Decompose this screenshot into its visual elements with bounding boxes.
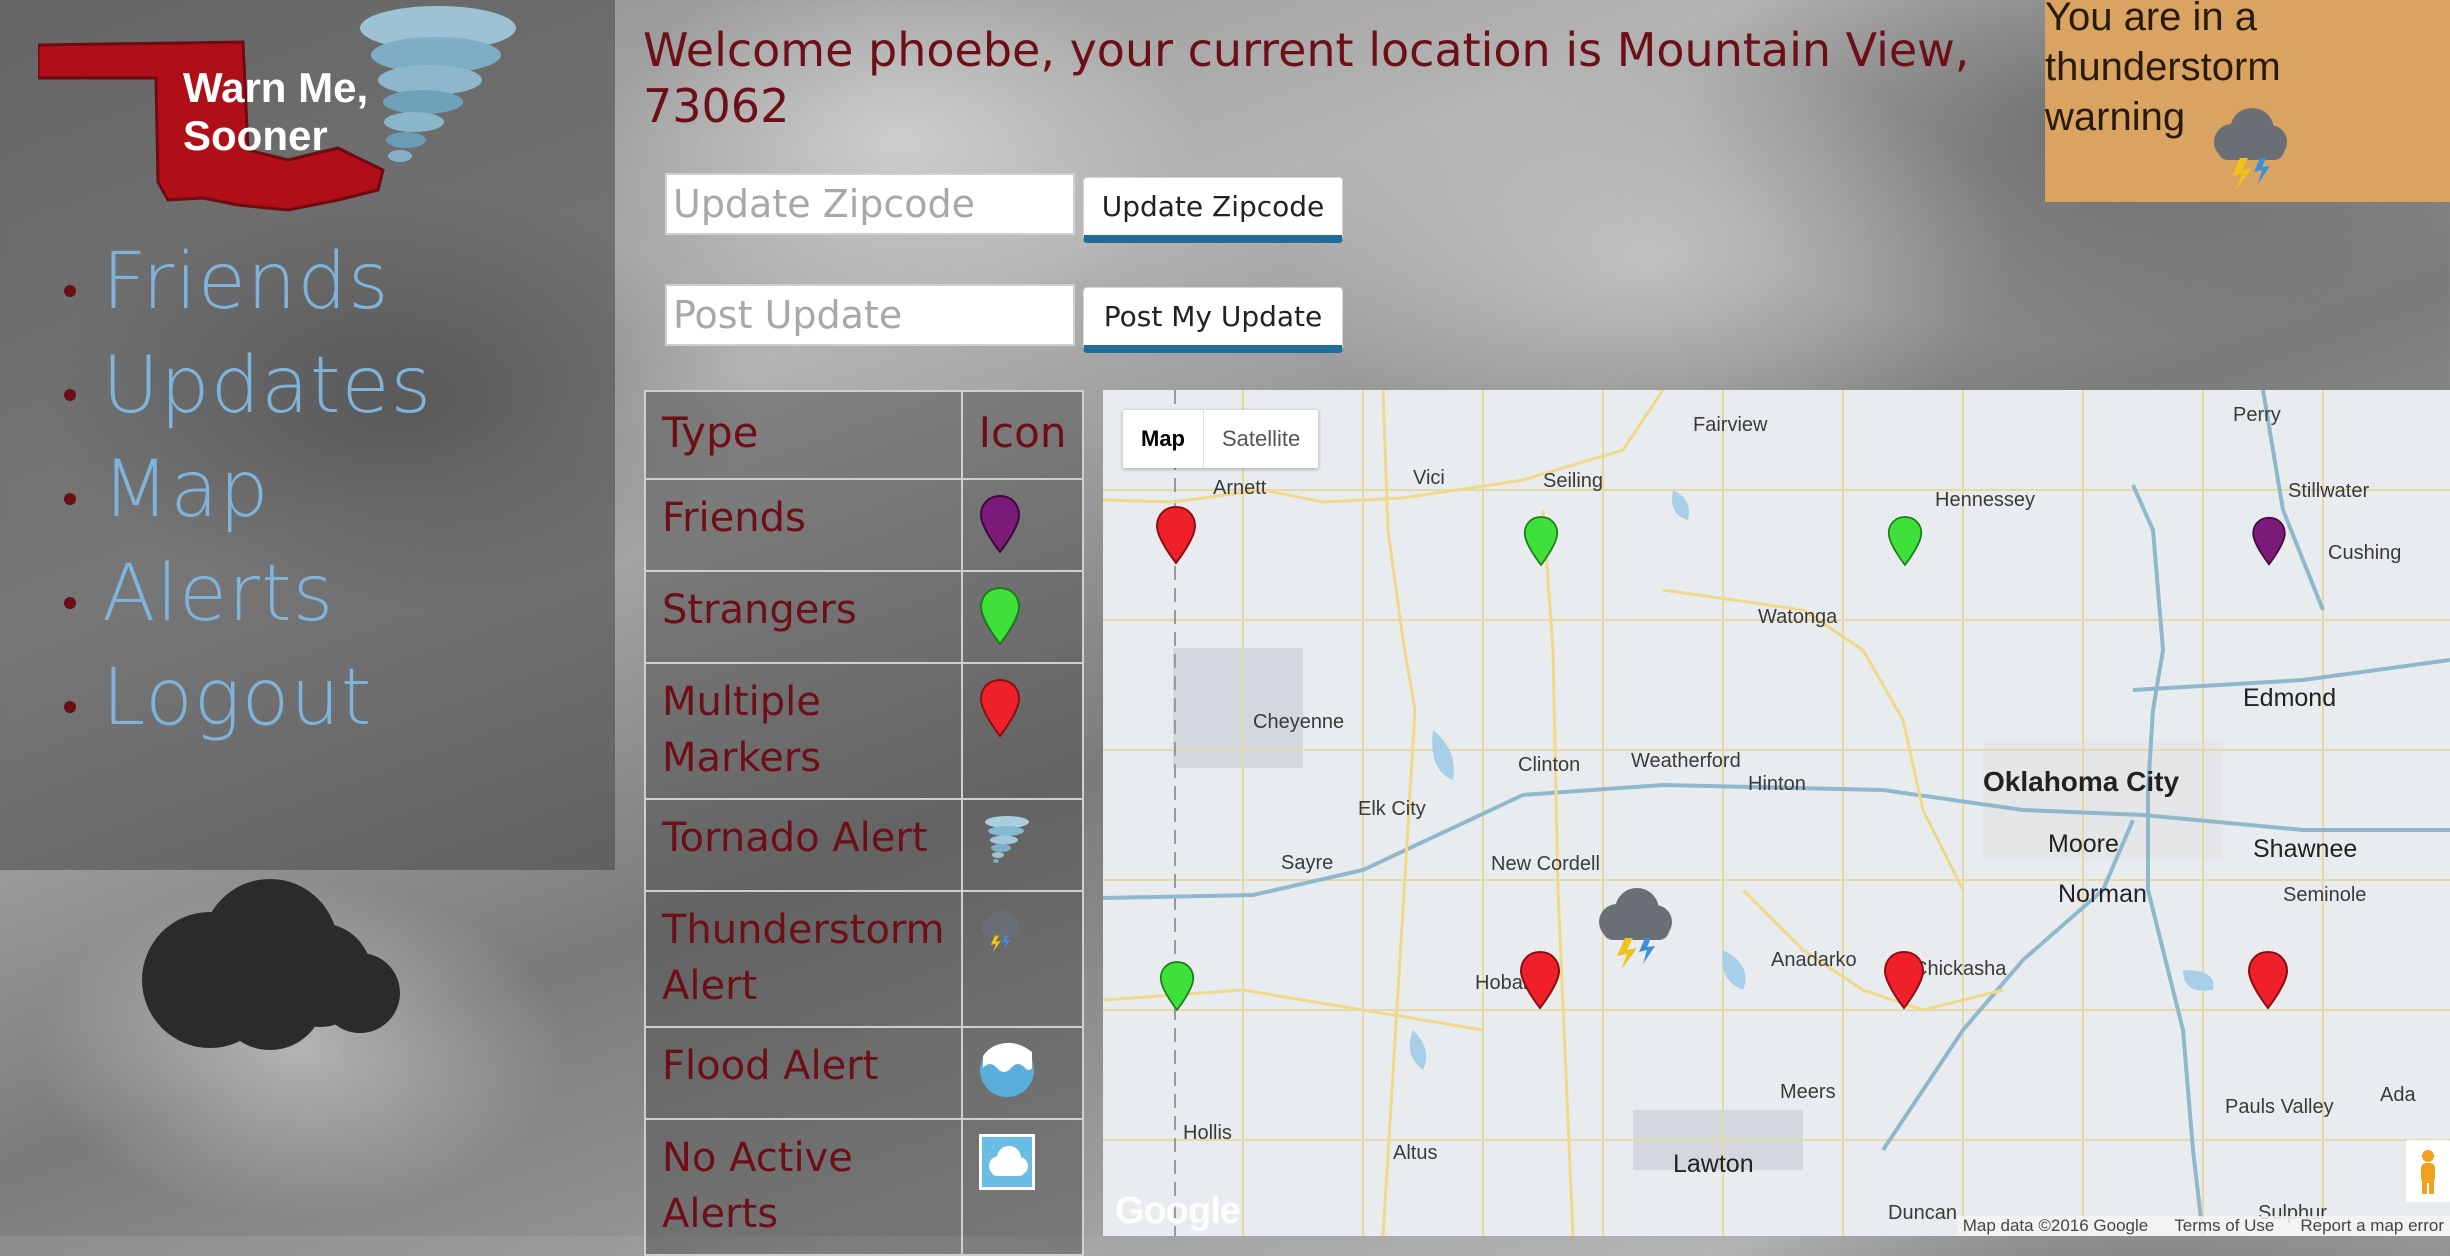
legend-type: Thunderstorm Alert xyxy=(644,890,963,1028)
legend-row: Multiple Markers xyxy=(644,662,1085,800)
thunderstorm-icon xyxy=(981,910,1019,952)
purple-marker-icon xyxy=(979,494,1020,554)
map-city-label: Moore xyxy=(2048,830,2119,858)
map-city-label: Lawton xyxy=(1673,1150,1754,1178)
main-nav: Friends Updates Map Alerts Logout xyxy=(40,230,432,750)
cloud-icon xyxy=(978,1134,1035,1190)
google-logo: Google xyxy=(1115,1190,1241,1232)
green-marker[interactable] xyxy=(1887,515,1923,567)
map-city-label: Perry xyxy=(2233,404,2281,426)
legend-header-icon: Icon xyxy=(960,390,1085,480)
legend-type: Multiple Markers xyxy=(644,662,963,800)
post-update-button[interactable]: Post My Update xyxy=(1083,287,1343,353)
map-city-label: Duncan xyxy=(1888,1202,1957,1224)
logo-text-line2: Sooner xyxy=(183,112,328,159)
map-city-label: Weatherford xyxy=(1631,750,1741,772)
map-city-label: Arnett xyxy=(1213,477,1267,499)
red-marker[interactable] xyxy=(2247,950,2289,1010)
map-view-button[interactable]: Map xyxy=(1123,410,1204,468)
red-marker[interactable] xyxy=(1519,950,1561,1010)
post-update-input[interactable] xyxy=(665,284,1075,346)
map-city-label: Cheyenne xyxy=(1253,711,1345,733)
nav-item-updates: Updates xyxy=(40,334,432,438)
legend-row: No Active Alerts xyxy=(644,1118,1085,1256)
legend-header-type: Type xyxy=(644,390,963,480)
legend-row: Friends xyxy=(644,478,1085,572)
nav-link-friends[interactable]: Friends xyxy=(102,237,390,327)
green-marker-icon xyxy=(979,586,1020,646)
map-city-label: Altus xyxy=(1393,1142,1438,1164)
status-cloud-icon xyxy=(142,879,400,1050)
map-city-label: Clinton xyxy=(1518,754,1581,776)
map-city-label: Shawnee xyxy=(2253,835,2358,863)
map-city-label: Fairview xyxy=(1693,414,1768,436)
map-city-label: Hinton xyxy=(1748,773,1806,795)
legend-type: Tornado Alert xyxy=(644,798,963,892)
green-marker[interactable] xyxy=(1523,515,1559,567)
weather-map[interactable]: Map Satellite Arnett Vici Seiling Fairvi… xyxy=(1103,390,2450,1236)
map-city-label: Sayre xyxy=(1281,852,1334,874)
legend-row: Tornado Alert xyxy=(644,798,1085,892)
red-marker[interactable] xyxy=(1155,505,1197,565)
map-city-label: Chickasha xyxy=(1913,958,2007,980)
map-city-label: Stillwater xyxy=(2288,480,2370,502)
map-city-label: Watonga xyxy=(1758,606,1838,628)
red-marker[interactable] xyxy=(1883,950,1925,1010)
green-marker[interactable] xyxy=(1159,960,1195,1012)
map-city-label: Oklahoma City xyxy=(1983,766,2180,797)
tornado-icon xyxy=(984,816,1029,863)
update-zipcode-button[interactable]: Update Zipcode xyxy=(1083,177,1343,243)
legend-type: No Active Alerts xyxy=(644,1118,963,1256)
thunderstorm-alert-marker[interactable] xyxy=(1595,880,1675,970)
flood-icon xyxy=(979,1042,1034,1097)
nav-item-alerts: Alerts xyxy=(40,542,432,646)
legend-type: Flood Alert xyxy=(644,1026,963,1120)
terms-of-use-link[interactable]: Terms of Use xyxy=(2174,1216,2274,1236)
thunderstorm-icon xyxy=(2214,108,2287,190)
map-city-label: New Cordell xyxy=(1491,853,1600,875)
map-city-label: Edmond xyxy=(2243,684,2337,712)
legend-row: Flood Alert xyxy=(644,1026,1085,1120)
alert-text: You are in a thunderstorm warning xyxy=(2045,0,2281,139)
logo-text-line1: Warn Me, xyxy=(183,64,368,111)
map-city-label: Hollis xyxy=(1183,1122,1232,1144)
nav-item-friends: Friends xyxy=(40,230,432,334)
map-city-label: Pauls Valley xyxy=(2225,1096,2334,1118)
sidebar: Warn Me, Sooner Friends Updates Map Aler… xyxy=(0,0,615,870)
nav-link-logout[interactable]: Logout xyxy=(102,653,372,743)
alert-banner: You are in a thunderstorm warning xyxy=(2045,0,2450,202)
nav-link-alerts[interactable]: Alerts xyxy=(102,549,334,639)
map-city-label: Elk City xyxy=(1358,798,1426,820)
map-city-label: Vici xyxy=(1413,467,1445,489)
map-city-label: Ada xyxy=(2380,1084,2416,1106)
nav-item-logout: Logout xyxy=(40,646,432,750)
red-marker-icon xyxy=(979,678,1020,738)
welcome-message: Welcome phoebe, your current location is… xyxy=(643,23,1970,133)
satellite-view-button[interactable]: Satellite xyxy=(1204,410,1318,468)
map-city-label: Cushing xyxy=(2328,542,2402,564)
legend-type: Friends xyxy=(644,478,963,572)
street-view-pegman-icon[interactable] xyxy=(2406,1140,2450,1202)
map-city-label: Seiling xyxy=(1543,470,1604,492)
nav-item-map: Map xyxy=(40,438,432,542)
map-city-label: Seminole xyxy=(2283,884,2367,906)
map-city-label: Meers xyxy=(1780,1081,1836,1103)
legend-table: Type Icon Friends Strangers Multiple Mar… xyxy=(644,390,1085,1256)
map-city-label: Norman xyxy=(2058,880,2147,908)
report-map-error-link[interactable]: Report a map error xyxy=(2300,1216,2444,1236)
map-city-label: Hennessey xyxy=(1935,489,2036,511)
nav-link-map[interactable]: Map xyxy=(102,445,270,535)
nav-link-updates[interactable]: Updates xyxy=(102,341,432,431)
legend-type: Strangers xyxy=(644,570,963,664)
map-attribution: Map data ©2016 Google Terms of Use Repor… xyxy=(1956,1216,2450,1236)
legend-row: Strangers xyxy=(644,570,1085,664)
map-type-control: Map Satellite xyxy=(1123,410,1319,468)
legend-row: Thunderstorm Alert xyxy=(644,890,1085,1028)
app-logo: Warn Me, Sooner xyxy=(38,6,516,212)
map-city-label: Anadarko xyxy=(1771,949,1857,971)
map-data-credit: Map data ©2016 Google xyxy=(1962,1216,2149,1235)
purple-marker[interactable] xyxy=(2251,516,2287,566)
zipcode-input[interactable] xyxy=(665,173,1075,235)
